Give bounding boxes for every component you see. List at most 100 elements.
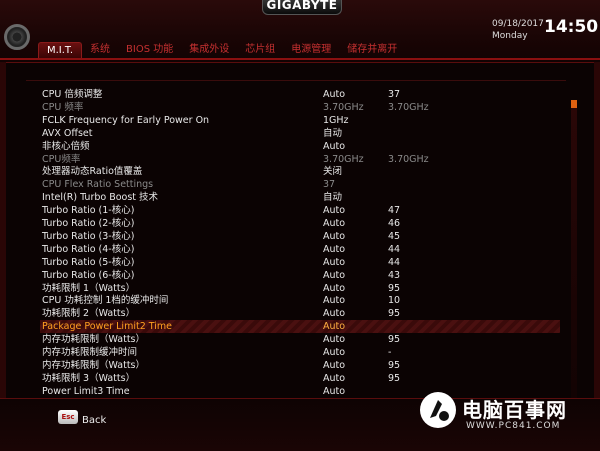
setting-label: CPU 频率 [42, 101, 84, 113]
setting-label: Turbo Ratio (1-核心) [42, 205, 135, 217]
tab-5[interactable]: 芯片组 [237, 42, 283, 58]
setting-value[interactable]: Auto [323, 256, 345, 269]
setting-value[interactable]: Auto [323, 385, 345, 398]
scrollbar-thumb[interactable] [571, 100, 577, 108]
setting-label: Turbo Ratio (5-核心) [42, 256, 135, 268]
setting-current: 95 [388, 372, 401, 384]
setting-label: 功耗限制 1（Watts） [42, 282, 136, 294]
setting-row[interactable]: 功耗限制 2（Watts） Auto 95 [40, 307, 560, 320]
setting-value[interactable]: 自动 [323, 127, 342, 140]
setting-value[interactable]: Auto [323, 372, 345, 385]
setting-row[interactable]: Turbo Ratio (5-核心) Auto 44 [40, 256, 560, 269]
setting-label: 功耗限制 3（Watts） [42, 372, 136, 384]
setting-current: 43 [388, 269, 401, 281]
setting-value[interactable]: 关闭 [323, 165, 342, 178]
setting-row[interactable]: 内存功耗限制缓冲时间 Auto - [40, 346, 560, 359]
setting-row[interactable]: 功耗限制 1（Watts） Auto 95 [40, 282, 560, 295]
setting-row[interactable]: Turbo Ratio (2-核心) Auto 46 [40, 217, 560, 230]
setting-current: 95 [388, 334, 401, 346]
setting-value[interactable]: Auto [323, 88, 345, 101]
setting-value[interactable]: Auto [323, 217, 345, 230]
setting-value[interactable]: 37 [323, 178, 335, 191]
setting-value[interactable]: 自动 [323, 191, 342, 204]
setting-row[interactable]: Turbo Ratio (3-核心) Auto 45 [40, 230, 560, 243]
watermark-url: WWW.PC841.COM [466, 421, 561, 431]
setting-current: 46 [388, 218, 401, 229]
setting-row[interactable]: 功耗限制 3（Watts） Auto 95 [40, 372, 560, 385]
setting-label: CPU 倍频调整 [42, 89, 103, 100]
setting-label: FCLK Frequency for Early Power On [42, 114, 210, 126]
setting-row[interactable]: Turbo Ratio (1-核心) Auto 47 [40, 204, 560, 217]
setting-row[interactable]: CPU Flex Ratio Settings 37 [40, 178, 560, 191]
setting-label: CPU Flex Ratio Settings [42, 179, 154, 191]
setting-label: Turbo Ratio (6-核心) [42, 269, 135, 281]
tab-3[interactable]: BIOS 功能 [118, 42, 181, 58]
tab-2[interactable]: 系统 [82, 42, 118, 58]
setting-label: AVX Offset [42, 127, 93, 139]
setting-value[interactable]: Auto [323, 243, 345, 256]
weekday-text: Monday [492, 31, 528, 41]
setting-value[interactable]: Auto [323, 359, 345, 372]
tab-1[interactable]: M.I.T. [38, 42, 83, 58]
setting-row[interactable]: Turbo Ratio (6-核心) Auto 43 [40, 269, 560, 282]
setting-value[interactable]: Auto [323, 230, 345, 243]
setting-value[interactable]: Auto [323, 140, 345, 153]
setting-value[interactable]: Auto [323, 346, 345, 359]
setting-current: 10 [388, 295, 401, 307]
setting-label: CPU频率 [42, 153, 81, 165]
setting-value[interactable]: 1GHz [323, 114, 349, 127]
setting-row[interactable]: Intel(R) Turbo Boost 技术 自动 [40, 191, 560, 204]
setting-value[interactable]: 3.70GHz [323, 153, 364, 166]
setting-value[interactable]: Auto [323, 282, 345, 295]
setting-current: 44 [388, 243, 401, 255]
setting-value[interactable]: Auto [323, 307, 345, 320]
brand-logo: GIGABYTE [262, 0, 342, 15]
setting-label: 非核心倍频 [42, 140, 90, 152]
watermark: 电脑百事网 WWW.PC841.COM [418, 388, 598, 448]
setting-label: CPU 功耗控制 1档的缓冲时间 [42, 295, 169, 307]
date-text: 09/18/2017 [492, 19, 544, 29]
setting-label: 内存功耗限制（Watts） [42, 359, 146, 371]
setting-label: Intel(R) Turbo Boost 技术 [42, 192, 159, 204]
setting-row[interactable]: FCLK Frequency for Early Power On 1GHz [40, 114, 560, 127]
gear-icon[interactable] [4, 24, 30, 50]
setting-label: Turbo Ratio (4-核心) [42, 243, 135, 255]
tab-6[interactable]: 电源管理 [283, 42, 339, 58]
setting-row[interactable]: CPU 频率 3.70GHz 3.70GHz [40, 101, 560, 114]
setting-label: 功耗限制 2（Watts） [42, 308, 136, 320]
back-label[interactable]: Back [82, 415, 106, 426]
right-frame [594, 62, 600, 398]
scrollbar-track[interactable] [571, 108, 577, 400]
setting-value[interactable]: Auto [323, 269, 345, 282]
tab-4[interactable]: 集成外设 [181, 42, 237, 58]
setting-value[interactable]: Auto [323, 294, 345, 307]
setting-label: 内存功耗限制缓冲时间 [42, 347, 138, 358]
setting-row[interactable]: Package Power Limit2 Time Auto [40, 320, 560, 334]
left-frame [0, 62, 6, 398]
setting-row[interactable]: CPU 倍频调整 Auto 37 [40, 88, 560, 101]
setting-value[interactable]: Auto [323, 204, 345, 217]
esc-key-icon[interactable]: Esc [58, 410, 78, 424]
setting-value[interactable]: 3.70GHz [323, 101, 364, 114]
top-header: GIGABYTE M.I.T. 系统 BIOS 功能 集成外设 芯片组 电源管理 储存并离开… [0, 0, 600, 63]
settings-panel: CPU 倍频调整 Auto 37 CPU 频率 3.70GHz 3.70GHz FCLK F… [26, 80, 566, 399]
setting-row[interactable]: 非核心倍频 Auto [40, 140, 560, 153]
setting-value[interactable]: Auto [323, 333, 345, 346]
setting-current: 44 [388, 256, 401, 268]
header-divider [0, 58, 600, 60]
setting-current: 3.70GHz [388, 153, 429, 165]
setting-row[interactable]: 内存功耗限制（Watts） Auto 95 [40, 359, 560, 372]
setting-row[interactable]: CPU频率 3.70GHz 3.70GHz [40, 153, 560, 166]
setting-label: Turbo Ratio (3-核心) [42, 230, 135, 242]
setting-label: 处理器动态Ratio值覆盖 [42, 166, 143, 178]
setting-row[interactable]: 处理器动态Ratio值覆盖 关闭 [40, 165, 560, 178]
tab-7[interactable]: 储存并离开 [339, 42, 405, 58]
setting-row[interactable]: AVX Offset 自动 [40, 127, 560, 140]
setting-row[interactable]: Turbo Ratio (4-核心) Auto 44 [40, 243, 560, 256]
setting-label: Turbo Ratio (2-核心) [42, 218, 135, 229]
setting-row[interactable]: 内存功耗限制（Watts） Auto 95 [40, 333, 560, 346]
setting-value[interactable]: Auto [323, 320, 345, 333]
setting-row[interactable]: CPU 功耗控制 1档的缓冲时间 Auto 10 [40, 294, 560, 307]
setting-label: Package Power Limit2 Time [42, 321, 173, 333]
setting-label: 内存功耗限制（Watts） [42, 334, 146, 346]
